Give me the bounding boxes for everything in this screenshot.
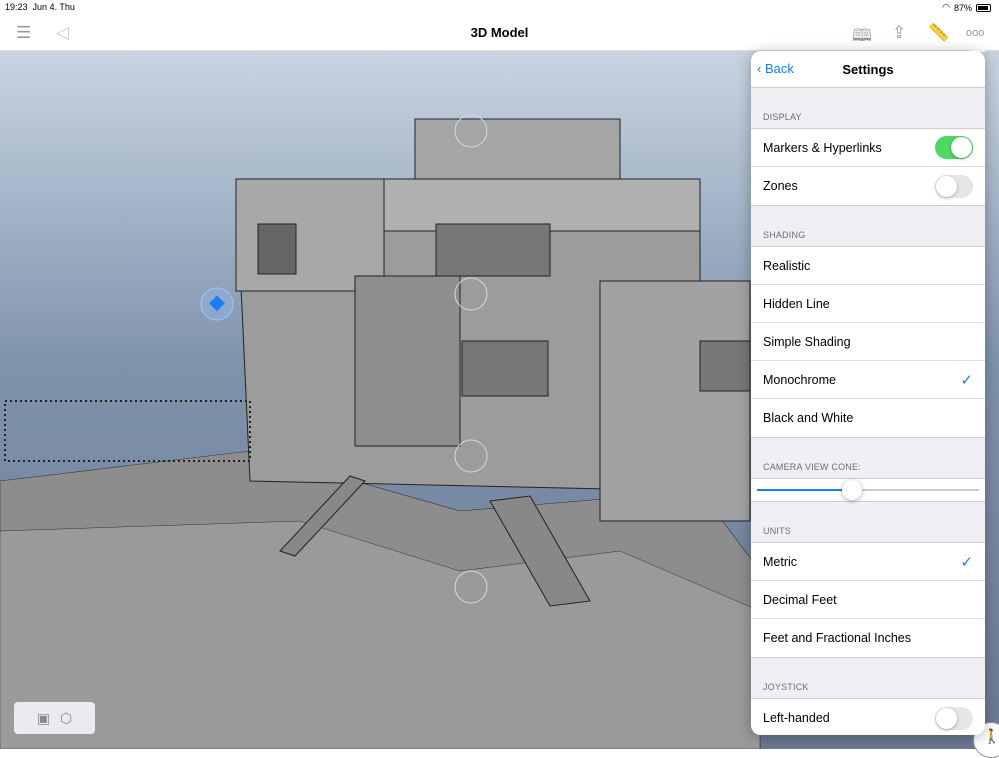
units-option-feet-inches[interactable]: Feet and Fractional Inches <box>751 619 985 657</box>
ruler-icon[interactable]: 📏 <box>928 23 949 43</box>
shading-option-simple[interactable]: Simple Shading <box>751 323 985 361</box>
shading-option-black-white[interactable]: Black and White <box>751 399 985 437</box>
section-joystick: JOYSTICK <box>763 682 809 692</box>
walk-icon: 🚶 <box>983 728 999 744</box>
checkmark-icon: ✓ <box>960 371 973 389</box>
status-time: 19:23 Jun 4. Thu <box>5 2 75 12</box>
book-icon[interactable]: 🕮 <box>852 23 872 52</box>
settings-title: Settings <box>842 62 894 77</box>
zones-toggle[interactable] <box>935 174 973 198</box>
wifi-icon: ◠ <box>942 2 950 12</box>
left-handed-toggle[interactable] <box>935 706 973 730</box>
markers-toggle[interactable] <box>935 136 973 159</box>
shading-option-monochrome[interactable]: Monochrome ✓ <box>751 361 985 399</box>
page-title: 3D Model <box>470 25 529 40</box>
floor-plan-icon[interactable]: ▣ <box>37 710 50 727</box>
section-units: UNITS <box>763 526 791 536</box>
shading-option-realistic[interactable]: Realistic <box>751 247 985 285</box>
units-option-metric[interactable]: Metric ✓ <box>751 543 985 581</box>
view-mode-toggle[interactable]: ▣ ⬡ <box>14 702 95 734</box>
section-camera: CAMERA VIEW CONE: <box>763 462 861 472</box>
share-icon[interactable]: ⇪ <box>892 23 906 43</box>
row-label: Left-handed <box>763 711 830 725</box>
nav-bar: ☰ ◁ 3D Model 🕮 ⇪ 📏 ooo <box>0 15 999 51</box>
battery-icon <box>976 3 991 12</box>
battery-percent: 87% <box>953 2 972 13</box>
camera-view-cone-slider[interactable] <box>751 479 985 501</box>
row-label: Markers & Hyperlinks <box>763 140 882 155</box>
section-display: DISPLAY <box>763 112 802 122</box>
slider-thumb[interactable] <box>842 480 863 500</box>
checkmark-icon: ✓ <box>960 553 973 571</box>
toggle-row-left-handed: Left-handed <box>751 699 985 735</box>
section-shading: SHADING <box>763 230 806 240</box>
toggle-row-markers: Markers & Hyperlinks <box>751 129 985 167</box>
units-option-decimal-feet[interactable]: Decimal Feet <box>751 581 985 619</box>
shading-option-hidden-line[interactable]: Hidden Line <box>751 285 985 323</box>
toggle-row-zones: Zones <box>751 167 985 205</box>
status-bar: 19:23 Jun 4. Thu ◠ 87% <box>0 0 999 15</box>
more-icon[interactable]: ooo <box>966 27 984 39</box>
3d-view-icon[interactable]: ⬡ <box>60 710 72 727</box>
settings-popover: ‹ Back Settings DISPLAY Markers & Hyperl… <box>751 51 985 735</box>
row-label: Zones <box>763 179 798 193</box>
